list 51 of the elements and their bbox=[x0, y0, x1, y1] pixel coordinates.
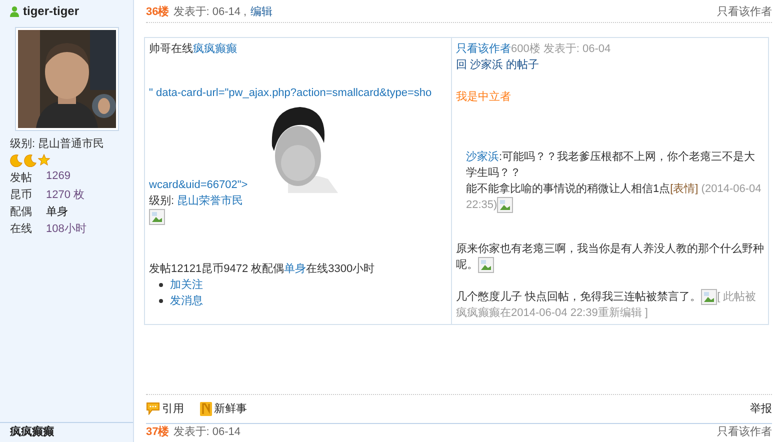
quote-action[interactable]: 引用 bbox=[146, 401, 184, 416]
stat-label: 在线 bbox=[10, 222, 33, 236]
author-only-link[interactable]: 只看该作者 bbox=[717, 4, 772, 18]
speech-bubble-icon bbox=[146, 402, 160, 415]
card-link[interactable]: wcard&uid=66702"> bbox=[149, 177, 248, 193]
post-text: 几个憋度儿子 快点回帖，免得我三连帖被禁言了。 [ 此帖被疯疯癫癫在2014-06-04 22:39重新编辑 ] bbox=[456, 289, 758, 321]
moon-icon bbox=[24, 154, 37, 167]
bullet-icon bbox=[159, 283, 163, 287]
edit-link[interactable]: 编辑 bbox=[250, 4, 273, 18]
post-date: 发表于: 06-14 bbox=[173, 426, 240, 438]
floor-number: 36楼 bbox=[146, 4, 170, 18]
star-icon bbox=[38, 154, 50, 166]
news-action[interactable]: 新鲜事 bbox=[200, 401, 247, 416]
author-only-link[interactable]: 只看该作者 bbox=[717, 426, 772, 438]
letter-n-icon bbox=[200, 402, 212, 416]
stat-value: 1269 bbox=[46, 170, 72, 184]
post-text: 原来你家也有老瘪三啊，我当你是有人养没人教的那个什么野种呢。 bbox=[456, 242, 764, 273]
user-link[interactable]: 单身 bbox=[284, 263, 306, 275]
broken-image-icon bbox=[497, 197, 514, 213]
menu-link[interactable]: 发消息 bbox=[170, 293, 203, 309]
stat-value: 1270 枚 bbox=[46, 188, 86, 202]
user-link[interactable]: 昆山荣誉市民 bbox=[177, 195, 244, 207]
post-text: 级别: 昆山荣誉市民 bbox=[149, 194, 244, 209]
stat-label: 配偶 bbox=[10, 205, 33, 219]
report-link[interactable]: 举报 bbox=[750, 401, 772, 416]
broken-image-icon bbox=[701, 289, 718, 305]
moon-icon bbox=[10, 154, 23, 167]
username[interactable]: 疯疯癫癫 bbox=[0, 422, 133, 442]
bullet-icon bbox=[159, 299, 163, 303]
floor-number: 37楼 bbox=[146, 426, 170, 438]
thread-link[interactable]: 回 沙家浜 的帖子 bbox=[456, 57, 764, 73]
stat-value: 108小时 bbox=[46, 222, 88, 236]
stat-label: 发帖 bbox=[10, 171, 33, 185]
broken-image-icon bbox=[149, 209, 165, 225]
user-link[interactable]: 疯疯癫癫 bbox=[193, 43, 237, 55]
menu-link[interactable]: 加关注 bbox=[170, 277, 203, 293]
user-level: 级别: 昆山普通市民 bbox=[10, 136, 106, 151]
post-text: 发帖12121昆币9472 枚配偶单身在线3300小时 bbox=[149, 262, 376, 277]
stat-value: 单身 bbox=[46, 205, 69, 219]
card-link[interactable]: " data-card-url="pw_ajax.php?action=smallcard&type=sho bbox=[149, 85, 447, 101]
stat-label: 昆币 bbox=[10, 188, 33, 202]
post-date: 发表于: 06-14 , bbox=[173, 4, 247, 18]
post-text: 帅哥在线疯疯癫癫 bbox=[149, 42, 238, 57]
user-link[interactable]: 只看该作者 bbox=[456, 43, 511, 55]
user-icon bbox=[10, 6, 19, 16]
quoted-text: 沙家浜:可能吗？？我老爹压根都不上网，你个老瘪三不是大学生吗？？ 能不能拿比喻的事情说的稍微让人相信1点[表情] (2014-06-04 22:35) bbox=[465, 150, 762, 213]
post-text: 我是中立者 bbox=[456, 90, 512, 105]
username[interactable]: tiger-tiger bbox=[23, 4, 80, 18]
post-text: 只看该作者600楼 发表于: 06-04 bbox=[456, 42, 612, 57]
broken-image-icon bbox=[478, 257, 494, 273]
user-link[interactable]: 沙家浜 bbox=[466, 151, 499, 163]
